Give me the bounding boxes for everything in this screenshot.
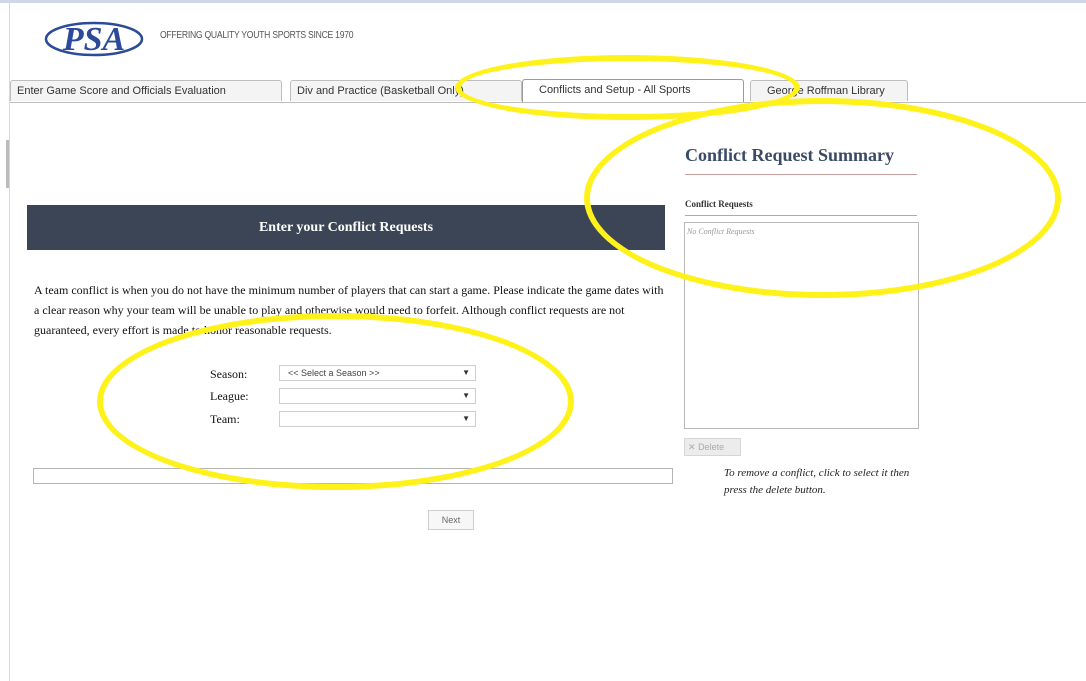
psa-logo[interactable]: PSA: [44, 17, 144, 59]
team-label: Team:: [210, 412, 240, 426]
close-icon: ✕: [688, 442, 696, 452]
tab-game-score[interactable]: Enter Game Score and Officials Evaluatio…: [10, 80, 282, 101]
tab-div-practice[interactable]: Div and Practice (Basketball Only): [290, 80, 522, 101]
left-marker: [6, 140, 9, 188]
delete-label: Delete: [698, 442, 725, 452]
delete-instructions: To remove a conflict, click to select it…: [724, 467, 910, 496]
chevron-down-icon: ▼: [462, 391, 470, 400]
left-border: [9, 3, 10, 681]
next-button[interactable]: Next: [428, 510, 474, 530]
chevron-down-icon: ▼: [462, 368, 470, 377]
summary-divider: [685, 174, 917, 175]
logo-text: PSA: [62, 21, 125, 58]
season-label: Season:: [210, 367, 248, 381]
conflict-requests-label: Conflict Requests: [685, 199, 753, 209]
chevron-down-icon: ▼: [462, 414, 470, 423]
league-select[interactable]: ▼: [279, 388, 476, 404]
season-select-value: << Select a Season >>: [288, 368, 380, 378]
empty-requests-text: No Conflict Requests: [687, 227, 755, 236]
requests-divider: [685, 215, 917, 216]
season-select[interactable]: << Select a Season >> ▼: [279, 365, 476, 381]
tab-conflicts-setup[interactable]: Conflicts and Setup - All Sports: [522, 79, 744, 102]
team-select[interactable]: ▼: [279, 411, 476, 427]
league-label: League:: [210, 389, 249, 403]
progress-bar: [33, 468, 673, 484]
tagline: OFFERING QUALITY YOUTH SPORTS SINCE 1970: [160, 30, 354, 41]
tab-bar: Enter Game Score and Officials Evaluatio…: [10, 79, 1086, 103]
conflict-description: A team conflict is when you do not have …: [34, 283, 664, 337]
top-border: [0, 0, 1086, 3]
conflict-requests-header: Enter your Conflict Requests: [27, 205, 665, 250]
summary-title: Conflict Request Summary: [685, 145, 894, 165]
delete-button[interactable]: ✕ Delete: [684, 438, 741, 456]
conflict-requests-list[interactable]: No Conflict Requests: [684, 222, 919, 429]
tab-roffman-library[interactable]: George Roffman Library: [750, 80, 908, 101]
